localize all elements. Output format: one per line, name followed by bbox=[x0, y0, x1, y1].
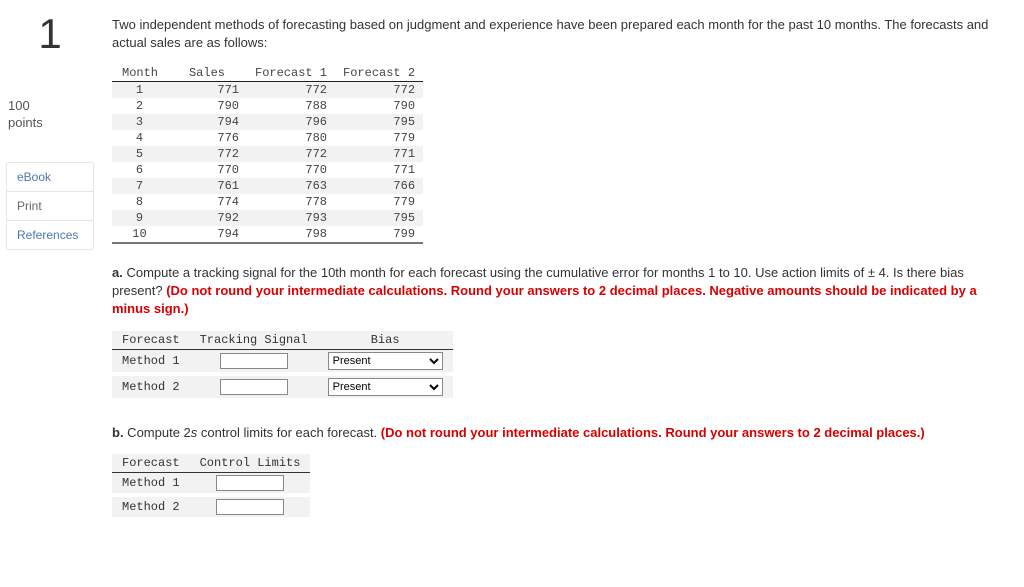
table-cell: 7 bbox=[112, 178, 167, 194]
table-cell: 761 bbox=[167, 178, 247, 194]
answer-table-b: Forecast Control Limits Method 1 Method … bbox=[112, 454, 310, 521]
table-row: 7761763766 bbox=[112, 178, 423, 194]
table-cell: 772 bbox=[247, 146, 335, 162]
ans-b-header-limits: Control Limits bbox=[190, 454, 311, 473]
points-label: points bbox=[8, 115, 100, 132]
ans-a-header-bias: Bias bbox=[318, 331, 453, 350]
table-cell: 770 bbox=[167, 162, 247, 178]
data-table-header: Month bbox=[112, 65, 167, 82]
data-table-header: Sales bbox=[167, 65, 247, 82]
tracking-signal-input-1[interactable] bbox=[220, 353, 288, 369]
table-cell: 792 bbox=[167, 210, 247, 226]
table-cell: 771 bbox=[167, 82, 247, 99]
table-cell: 790 bbox=[335, 98, 423, 114]
tracking-signal-input-2[interactable] bbox=[220, 379, 288, 395]
table-cell: 771 bbox=[335, 146, 423, 162]
table-cell: 780 bbox=[247, 130, 335, 146]
table-row: 2790788790 bbox=[112, 98, 423, 114]
table-cell: 8 bbox=[112, 194, 167, 210]
table-cell: 793 bbox=[247, 210, 335, 226]
points-value: 100 bbox=[8, 98, 100, 115]
table-cell: 779 bbox=[335, 130, 423, 146]
table-cell: 766 bbox=[335, 178, 423, 194]
page: 1 100 points eBook Print References Two … bbox=[0, 0, 1024, 559]
ans-a-header-tracking: Tracking Signal bbox=[190, 331, 318, 350]
table-cell: 2 bbox=[112, 98, 167, 114]
data-table: MonthSalesForecast 1Forecast 2 177177277… bbox=[112, 65, 423, 244]
part-b-before: Compute 2 bbox=[124, 425, 191, 440]
intro-text: Two independent methods of forecasting b… bbox=[112, 16, 1004, 51]
table-cell: 779 bbox=[335, 194, 423, 210]
ans-a-header-forecast: Forecast bbox=[112, 331, 190, 350]
sidebar-link-references[interactable]: References bbox=[7, 221, 93, 249]
table-cell: 790 bbox=[167, 98, 247, 114]
ans-a-row2-label: Method 2 bbox=[112, 374, 190, 400]
bias-select-1[interactable]: Present bbox=[328, 352, 443, 370]
question-number: 1 bbox=[0, 10, 100, 58]
ans-b-row1-label: Method 1 bbox=[112, 472, 190, 495]
ans-a-row1-label: Method 1 bbox=[112, 349, 190, 374]
sidebar-links: eBook Print References bbox=[6, 162, 94, 250]
table-cell: 1 bbox=[112, 82, 167, 99]
table-cell: 772 bbox=[167, 146, 247, 162]
main-content: Two independent methods of forecasting b… bbox=[100, 0, 1024, 559]
answer-table-a: Forecast Tracking Signal Bias Method 1 P… bbox=[112, 331, 453, 402]
table-cell: 3 bbox=[112, 114, 167, 130]
table-cell: 795 bbox=[335, 114, 423, 130]
part-b-warning: (Do not round your intermediate calculat… bbox=[381, 425, 925, 440]
part-b-after: control limits for each forecast. bbox=[197, 425, 381, 440]
table-cell: 794 bbox=[167, 114, 247, 130]
table-cell: 10 bbox=[112, 226, 167, 243]
table-cell: 770 bbox=[247, 162, 335, 178]
part-a-label: a. bbox=[112, 265, 123, 280]
control-limits-input-2[interactable] bbox=[216, 499, 284, 515]
points-box: 100 points bbox=[0, 98, 100, 132]
part-b-text: b. Compute 2s control limits for each fo… bbox=[112, 424, 1004, 442]
table-cell: 799 bbox=[335, 226, 423, 243]
sidebar-link-print[interactable]: Print bbox=[7, 192, 93, 221]
table-row: 4776780779 bbox=[112, 130, 423, 146]
table-cell: 778 bbox=[247, 194, 335, 210]
table-cell: 763 bbox=[247, 178, 335, 194]
table-cell: 774 bbox=[167, 194, 247, 210]
ans-b-row2-label: Method 2 bbox=[112, 495, 190, 519]
data-table-header: Forecast 1 bbox=[247, 65, 335, 82]
table-cell: 772 bbox=[335, 82, 423, 99]
bias-select-2[interactable]: Present bbox=[328, 378, 443, 396]
data-table-header: Forecast 2 bbox=[335, 65, 423, 82]
sidebar-link-ebook[interactable]: eBook bbox=[7, 163, 93, 192]
table-cell: 795 bbox=[335, 210, 423, 226]
table-cell: 798 bbox=[247, 226, 335, 243]
table-row: 8774778779 bbox=[112, 194, 423, 210]
table-row: 1771772772 bbox=[112, 82, 423, 99]
table-cell: 4 bbox=[112, 130, 167, 146]
control-limits-input-1[interactable] bbox=[216, 475, 284, 491]
table-cell: 788 bbox=[247, 98, 335, 114]
sidebar: 1 100 points eBook Print References bbox=[0, 0, 100, 559]
table-cell: 776 bbox=[167, 130, 247, 146]
table-row: 6770770771 bbox=[112, 162, 423, 178]
table-cell: 6 bbox=[112, 162, 167, 178]
table-cell: 772 bbox=[247, 82, 335, 99]
table-row: 9792793795 bbox=[112, 210, 423, 226]
table-row: 5772772771 bbox=[112, 146, 423, 162]
table-cell: 796 bbox=[247, 114, 335, 130]
table-row: 3794796795 bbox=[112, 114, 423, 130]
part-b-label: b. bbox=[112, 425, 124, 440]
ans-b-header-forecast: Forecast bbox=[112, 454, 190, 473]
part-a-warning: (Do not round your intermediate calculat… bbox=[112, 283, 977, 316]
table-cell: 9 bbox=[112, 210, 167, 226]
table-cell: 5 bbox=[112, 146, 167, 162]
table-cell: 771 bbox=[335, 162, 423, 178]
part-a-text: a. Compute a tracking signal for the 10t… bbox=[112, 264, 1004, 319]
table-cell: 794 bbox=[167, 226, 247, 243]
table-row: 10794798799 bbox=[112, 226, 423, 243]
